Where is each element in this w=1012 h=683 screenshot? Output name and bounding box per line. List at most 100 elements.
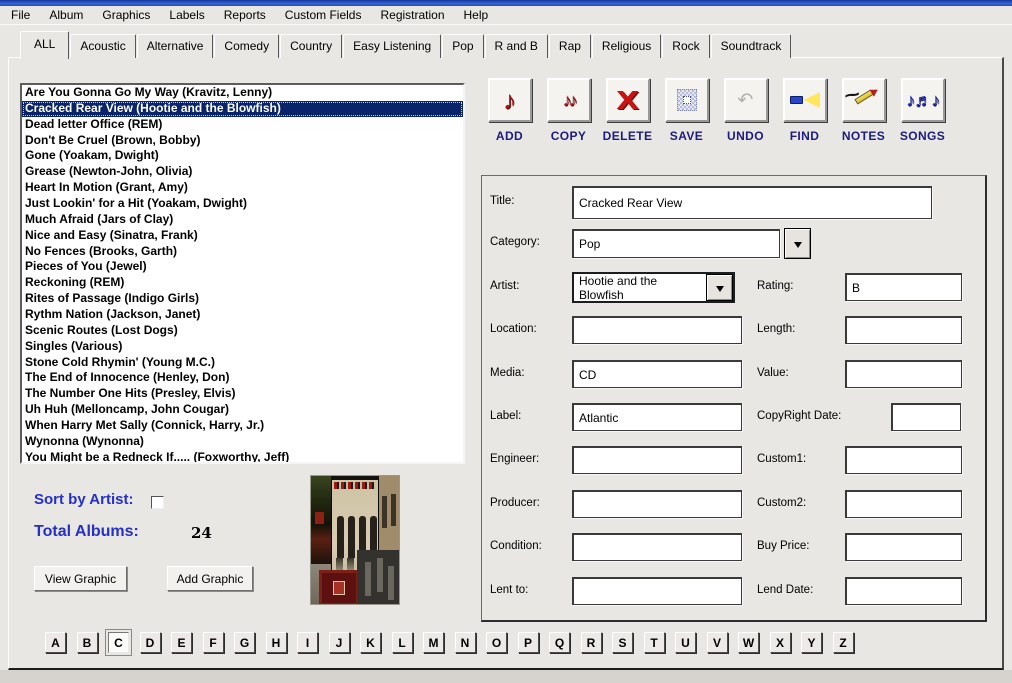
artist-dropdown-button[interactable] [706, 274, 733, 301]
add-graphic-button[interactable]: Add Graphic [167, 566, 253, 591]
album-list-item[interactable]: Cracked Rear View (Hootie and the Blowfi… [22, 101, 463, 117]
alpha-button-z[interactable]: Z [833, 632, 854, 653]
alpha-button-q[interactable]: Q [549, 632, 570, 653]
menu-item-reports[interactable]: Reports [217, 6, 273, 24]
save-button[interactable] [665, 78, 709, 122]
menu-item-custom-fields[interactable]: Custom Fields [278, 6, 369, 24]
album-list-item[interactable]: Are You Gonna Go My Way (Kravitz, Lenny) [22, 85, 463, 101]
engineer-input[interactable] [572, 446, 742, 474]
album-list-item[interactable]: Gone (Yoakam, Dwight) [22, 148, 463, 164]
album-list-item[interactable]: Scenic Routes (Lost Dogs) [22, 323, 463, 339]
add-button[interactable]: ♪ [488, 78, 532, 122]
tab-r-and-b[interactable]: R and B [485, 34, 548, 58]
album-list-item[interactable]: The Number One Hits (Presley, Elvis) [22, 386, 463, 402]
location-input[interactable] [572, 316, 742, 344]
menu-item-album[interactable]: Album [42, 6, 90, 24]
album-list-item[interactable]: Dead letter Office (REM) [22, 117, 463, 133]
menu-item-registration[interactable]: Registration [373, 6, 451, 24]
alpha-button-p[interactable]: P [518, 632, 539, 653]
tab-rock[interactable]: Rock [662, 34, 709, 58]
view-graphic-button[interactable]: View Graphic [34, 566, 127, 591]
menu-item-graphics[interactable]: Graphics [95, 6, 157, 24]
artist-combo-value[interactable]: Hootie and the Blowfish [574, 274, 706, 301]
alpha-button-t[interactable]: T [644, 632, 665, 653]
condition-input[interactable] [572, 533, 742, 561]
alpha-button-e[interactable]: E [171, 632, 192, 653]
title-input[interactable] [572, 186, 932, 219]
alpha-button-w[interactable]: W [738, 632, 759, 653]
tab-rap[interactable]: Rap [549, 34, 591, 58]
tab-comedy[interactable]: Comedy [214, 34, 279, 58]
album-list-item[interactable]: Nice and Easy (Sinatra, Frank) [22, 228, 463, 244]
alpha-button-v[interactable]: V [707, 632, 728, 653]
album-list-item[interactable]: Wynonna (Wynonna) [22, 434, 463, 450]
alpha-button-y[interactable]: Y [801, 632, 822, 653]
tab-country[interactable]: Country [280, 34, 342, 58]
alpha-button-b[interactable]: B [77, 632, 98, 653]
media-input[interactable] [572, 360, 742, 388]
menu-item-help[interactable]: Help [457, 6, 496, 24]
album-list-item[interactable]: Grease (Newton-John, Olivia) [22, 164, 463, 180]
alpha-button-l[interactable]: L [392, 632, 413, 653]
alpha-button-i[interactable]: I [297, 632, 318, 653]
menu-item-file[interactable]: File [4, 6, 37, 24]
alpha-button-j[interactable]: J [329, 632, 350, 653]
alpha-button-x[interactable]: X [770, 632, 791, 653]
album-list-item[interactable]: Rythm Nation (Jackson, Janet) [22, 307, 463, 323]
category-combo-value[interactable]: Pop [572, 229, 780, 258]
lent-to-input[interactable] [572, 577, 742, 605]
copy-button[interactable]: ♪♪ [547, 78, 591, 122]
album-list-item[interactable]: The End of Innocence (Henley, Don) [22, 370, 463, 386]
album-list-item[interactable]: Just Lookin' for a Hit (Yoakam, Dwight) [22, 196, 463, 212]
alpha-button-f[interactable]: F [203, 632, 224, 653]
tab-alternative[interactable]: Alternative [137, 34, 214, 58]
album-list-item[interactable]: When Harry Met Sally (Connick, Harry, Jr… [22, 418, 463, 434]
tab-all[interactable]: ALL [20, 31, 69, 59]
album-list-item[interactable]: Uh Huh (Melloncamp, John Cougar) [22, 402, 463, 418]
album-list-item[interactable]: Reckoning (REM) [22, 275, 463, 291]
tab-easy-listening[interactable]: Easy Listening [343, 34, 441, 58]
album-list-item[interactable]: You Might be a Redneck If..... (Foxworth… [22, 450, 463, 464]
tab-soundtrack[interactable]: Soundtrack [711, 34, 792, 58]
rating-input[interactable] [845, 273, 962, 301]
album-list-item[interactable]: Stone Cold Rhymin' (Young M.C.) [22, 355, 463, 371]
alpha-button-m[interactable]: M [423, 632, 444, 653]
undo-button[interactable]: ↶ [724, 78, 768, 122]
artist-combo[interactable]: Hootie and the Blowfish [572, 272, 735, 303]
alpha-button-r[interactable]: R [581, 632, 602, 653]
alpha-button-s[interactable]: S [612, 632, 633, 653]
songs-button[interactable]: ♪♬♪ [901, 78, 945, 122]
category-dropdown-button[interactable] [784, 228, 811, 259]
alpha-button-k[interactable]: K [360, 632, 381, 653]
custom1-input[interactable] [845, 446, 962, 474]
alpha-button-c[interactable]: C [108, 632, 129, 653]
custom2-input[interactable] [845, 490, 962, 518]
value-input[interactable] [845, 360, 962, 388]
buy-price-input[interactable] [845, 533, 962, 561]
label-input[interactable] [572, 403, 742, 431]
length-input[interactable] [845, 316, 962, 344]
album-list-item[interactable]: Heart In Motion (Grant, Amy) [22, 180, 463, 196]
alpha-button-n[interactable]: N [455, 632, 476, 653]
alpha-button-d[interactable]: D [140, 632, 161, 653]
alpha-button-g[interactable]: G [234, 632, 255, 653]
notes-button[interactable]: ~ [842, 78, 886, 122]
alpha-button-o[interactable]: O [486, 632, 507, 653]
alpha-button-h[interactable]: H [266, 632, 287, 653]
tab-religious[interactable]: Religious [592, 34, 661, 58]
alpha-button-u[interactable]: U [675, 632, 696, 653]
album-list-item[interactable]: Don't Be Cruel (Brown, Bobby) [22, 133, 463, 149]
find-button[interactable] [783, 78, 827, 122]
alpha-button-a[interactable]: A [45, 632, 66, 653]
album-list-item[interactable]: Singles (Various) [22, 339, 463, 355]
album-list-item[interactable]: Pieces of You (Jewel) [22, 259, 463, 275]
album-list-item[interactable]: No Fences (Brooks, Garth) [22, 244, 463, 260]
producer-input[interactable] [572, 490, 742, 518]
album-listbox[interactable]: Are You Gonna Go My Way (Kravitz, Lenny)… [20, 83, 465, 464]
delete-button[interactable]: X [606, 78, 650, 122]
copyright-date-input[interactable] [891, 403, 961, 431]
album-list-item[interactable]: Much Afraid (Jars of Clay) [22, 212, 463, 228]
album-list-item[interactable]: Rites of Passage (Indigo Girls) [22, 291, 463, 307]
menu-item-labels[interactable]: Labels [162, 6, 211, 24]
tab-acoustic[interactable]: Acoustic [70, 34, 135, 58]
